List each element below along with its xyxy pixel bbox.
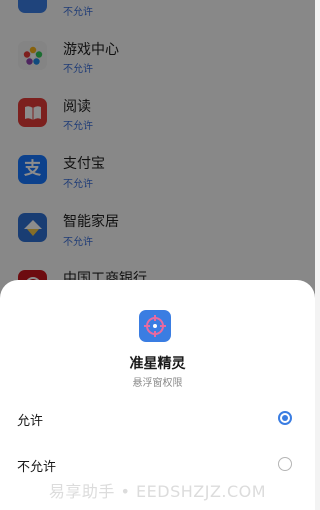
option-deny[interactable]: 不允许 xyxy=(0,448,315,482)
option-allow[interactable]: 允许 xyxy=(0,402,315,436)
option-deny-label: 不允许 xyxy=(17,460,57,475)
dialog-app-name: 准星精灵 xyxy=(129,356,186,372)
radio-selected-icon[interactable] xyxy=(278,411,292,425)
watermark: 易享助手 • EEDSHZJZ.COM xyxy=(48,482,267,501)
option-allow-label: 允许 xyxy=(17,414,44,429)
radio-unselected-icon[interactable] xyxy=(278,457,292,471)
crosshair-icon xyxy=(139,310,171,342)
permission-bottom-sheet: 准星精灵 悬浮窗权限 允许 不允许 xyxy=(0,280,315,510)
dialog-subtitle: 悬浮窗权限 xyxy=(132,378,183,389)
